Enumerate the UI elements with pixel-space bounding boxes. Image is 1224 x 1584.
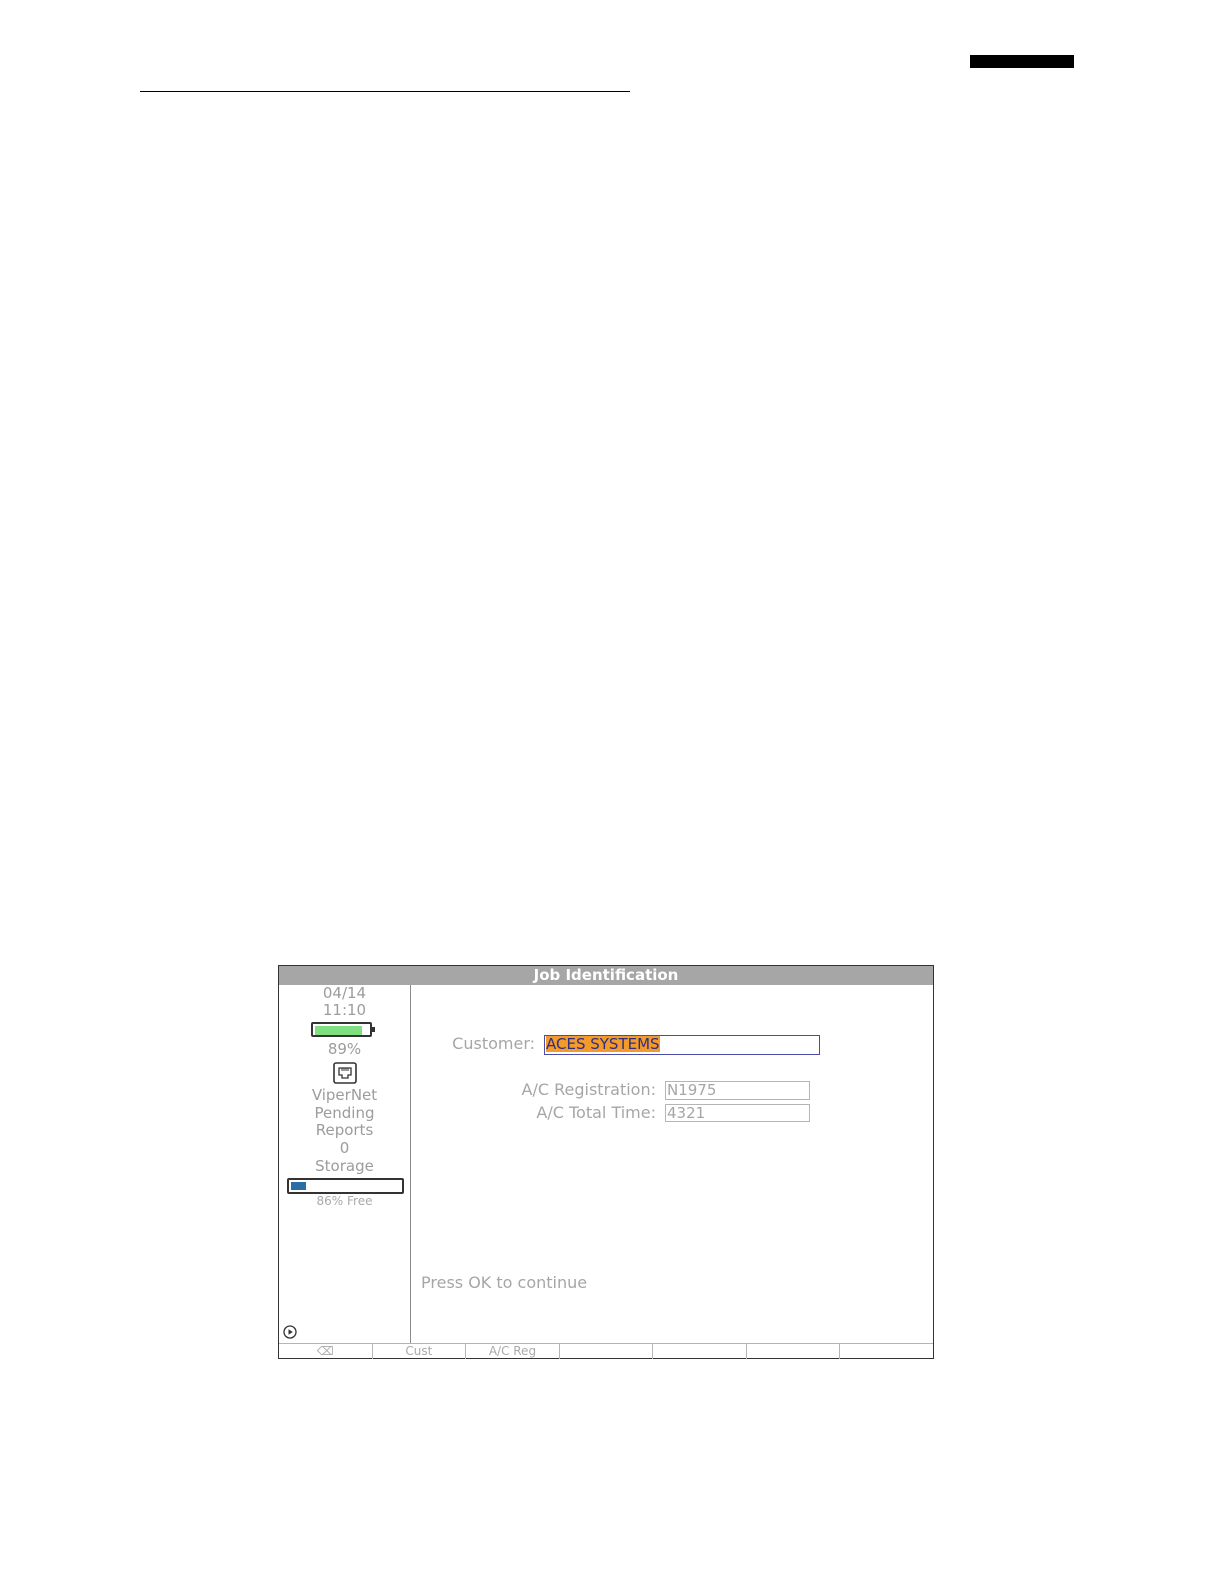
storage-bar bbox=[287, 1178, 404, 1194]
softkey-5[interactable] bbox=[653, 1344, 747, 1359]
status-time: 11:10 bbox=[322, 1001, 367, 1019]
header-redaction-block bbox=[970, 55, 1074, 68]
softkey-ac-reg[interactable]: A/C Reg bbox=[466, 1344, 560, 1359]
softkey-7[interactable] bbox=[840, 1344, 933, 1359]
softkey-backspace[interactable]: ⌫ bbox=[279, 1344, 373, 1359]
registration-label: A/C Registration: bbox=[521, 1080, 656, 1099]
pending-label: Pending bbox=[314, 1104, 375, 1122]
network-name: ViperNet bbox=[311, 1086, 378, 1104]
customer-value: ACES SYSTEMS bbox=[546, 1035, 660, 1053]
battery-tip bbox=[372, 1027, 375, 1032]
softkey-6[interactable] bbox=[747, 1344, 841, 1359]
storage-label: Storage bbox=[315, 1157, 374, 1175]
status-sidebar: 04/14 11:10 89% ViperNet Pending Reports… bbox=[279, 984, 411, 1343]
continue-hint: Press OK to continue bbox=[421, 1273, 588, 1292]
total-time-field[interactable]: 4321 bbox=[665, 1104, 810, 1122]
status-date: 04/14 bbox=[322, 984, 367, 1002]
header-rule bbox=[140, 91, 630, 92]
total-time-label: A/C Total Time: bbox=[536, 1103, 656, 1122]
softkey-bar: ⌫ Cust A/C Reg bbox=[279, 1343, 933, 1359]
screen-title: Job Identification bbox=[279, 966, 933, 985]
storage-free-label: 86% Free bbox=[316, 1194, 373, 1208]
battery-icon bbox=[311, 1022, 375, 1037]
reports-label: Reports bbox=[315, 1121, 374, 1139]
registration-field[interactable]: N1975 bbox=[665, 1081, 810, 1100]
battery-percent: 89% bbox=[327, 1040, 362, 1058]
play-circle-icon[interactable] bbox=[283, 1325, 297, 1339]
storage-used-fill bbox=[291, 1182, 306, 1190]
battery-level-fill bbox=[315, 1026, 362, 1035]
customer-label: Customer: bbox=[452, 1034, 535, 1053]
job-form: Customer: ACES SYSTEMS A/C Registration:… bbox=[411, 985, 933, 1343]
pending-count: 0 bbox=[339, 1139, 350, 1157]
softkey-cust[interactable]: Cust bbox=[373, 1344, 467, 1359]
ethernet-port-icon bbox=[333, 1062, 357, 1084]
device-screen: Job Identification 04/14 11:10 89% Viper… bbox=[278, 965, 934, 1359]
softkey-4[interactable] bbox=[560, 1344, 654, 1359]
customer-field[interactable]: ACES SYSTEMS bbox=[544, 1035, 820, 1055]
